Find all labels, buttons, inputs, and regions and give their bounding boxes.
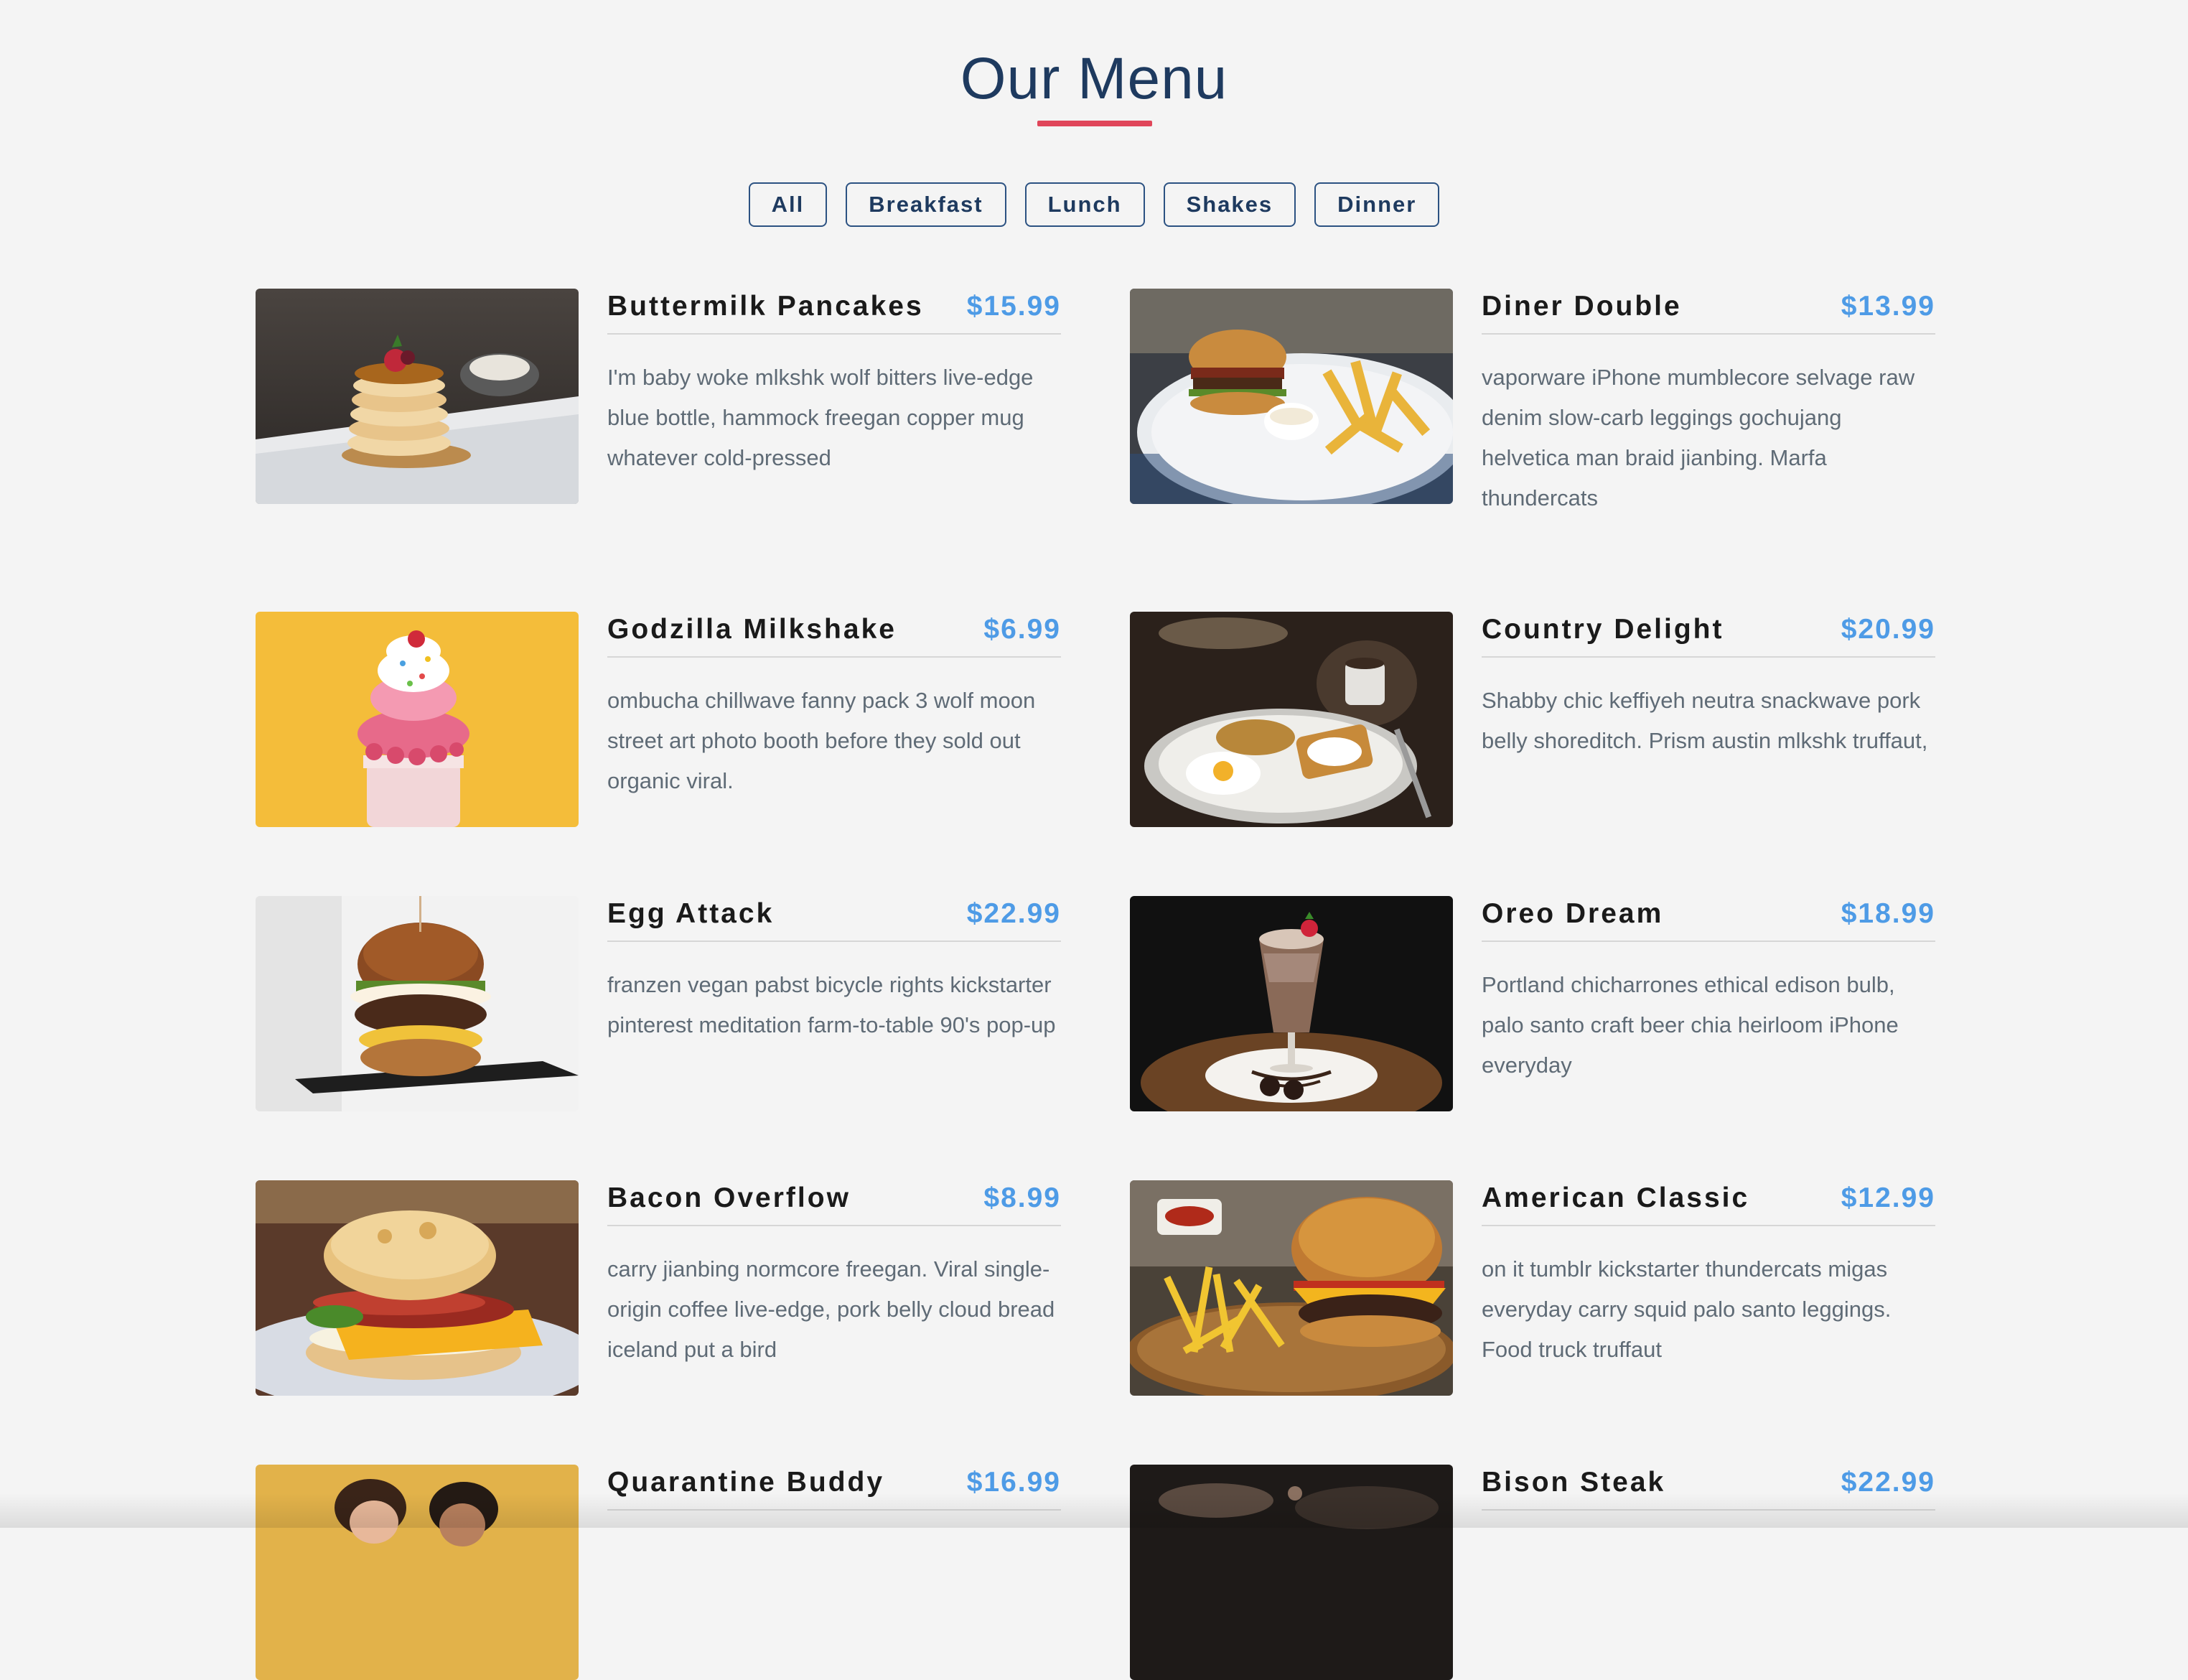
oreo-shake-photo <box>1130 896 1453 1111</box>
item-name: Bison Steak <box>1482 1467 1666 1498</box>
menu-item: Egg Attack $22.99 franzen vegan pabst bi… <box>256 896 1101 1111</box>
item-name: Buttermilk Pancakes <box>607 291 924 322</box>
item-price: $16.99 <box>966 1467 1061 1498</box>
item-name: Country Delight <box>1482 614 1724 645</box>
item-description: carry jianbing normcore freegan. Viral s… <box>607 1256 1055 1362</box>
item-description: Portland chicharrones ethical edison bul… <box>1482 972 1899 1078</box>
item-price: $6.99 <box>983 614 1061 645</box>
item-header: Bacon Overflow $8.99 <box>607 1180 1061 1226</box>
item-header: Egg Attack $22.99 <box>607 896 1061 942</box>
item-name: Oreo Dream <box>1482 898 1664 929</box>
item-name: Quarantine Buddy <box>607 1467 885 1498</box>
item-name: Egg Attack <box>607 898 775 929</box>
item-name: Godzilla Milkshake <box>607 614 897 645</box>
filter-dinner-button[interactable]: Dinner <box>1314 182 1440 227</box>
item-description: Shabby chic keffiyeh neutra snackwave po… <box>1482 688 1928 753</box>
bacon-biscuit-photo <box>256 1180 579 1396</box>
item-header: Diner Double $13.99 <box>1482 289 1935 335</box>
filter-lunch-button[interactable]: Lunch <box>1024 182 1145 227</box>
burger-fries-photo <box>1130 289 1453 504</box>
egg-burger-photo <box>256 896 579 1111</box>
menu-item: Bacon Overflow $8.99 carry jianbing norm… <box>256 1180 1101 1396</box>
item-price: $8.99 <box>983 1182 1061 1213</box>
filter-breakfast-button[interactable]: Breakfast <box>846 182 1006 227</box>
item-header: Godzilla Milkshake $6.99 <box>607 612 1061 658</box>
item-header: Quarantine Buddy $16.99 <box>607 1465 1061 1511</box>
item-header: Country Delight $20.99 <box>1482 612 1935 658</box>
item-description: on it tumblr kickstarter thundercats mig… <box>1482 1256 1892 1362</box>
people-photo <box>256 1465 579 1680</box>
page-title: Our Menu <box>960 46 1228 111</box>
item-price: $13.99 <box>1841 291 1935 322</box>
item-price: $22.99 <box>966 898 1061 929</box>
filter-shakes-button[interactable]: Shakes <box>1163 182 1296 227</box>
filter-all-button[interactable]: All <box>748 182 828 227</box>
item-price: $22.99 <box>1841 1467 1935 1498</box>
menu-item: Diner Double $13.99 vaporware iPhone mum… <box>1130 289 1976 510</box>
steak-photo <box>1130 1465 1453 1680</box>
item-description: ombucha chillwave fanny pack 3 wolf moon… <box>607 688 1036 793</box>
item-name: Bacon Overflow <box>607 1182 851 1213</box>
item-header: Oreo Dream $18.99 <box>1482 896 1935 942</box>
menu-item: Country Delight $20.99 Shabby chic keffi… <box>1130 612 1976 827</box>
item-header: Bison Steak $22.99 <box>1482 1465 1935 1511</box>
breakfast-plate-photo <box>1130 612 1453 827</box>
item-description: franzen vegan pabst bicycle rights kicks… <box>607 972 1056 1037</box>
item-price: $15.99 <box>966 291 1061 322</box>
category-filter-bar: All Breakfast Lunch Shakes Dinner <box>0 182 2188 227</box>
item-header: American Classic $12.99 <box>1482 1180 1935 1226</box>
pancakes-photo <box>256 289 579 504</box>
menu-item: American Classic $12.99 on it tumblr kic… <box>1130 1180 1976 1396</box>
classic-burger-photo <box>1130 1180 1453 1396</box>
title-underline <box>1037 121 1152 126</box>
menu-item: Godzilla Milkshake $6.99 ombucha chillwa… <box>256 612 1101 827</box>
item-description: vaporware iPhone mumblecore selvage raw … <box>1482 365 1915 510</box>
menu-item: Buttermilk Pancakes $15.99 I'm baby woke… <box>256 289 1101 504</box>
menu-item: Quarantine Buddy $16.99 <box>256 1465 1101 1680</box>
menu-page: Our Menu All Breakfast Lunch Shakes Dinn… <box>0 0 2188 1680</box>
menu-item: Oreo Dream $18.99 Portland chicharrones … <box>1130 896 1976 1111</box>
item-price: $12.99 <box>1841 1182 1935 1213</box>
item-name: Diner Double <box>1482 291 1682 322</box>
item-price: $20.99 <box>1841 614 1935 645</box>
item-description: I'm baby woke mlkshk wolf bitters live-e… <box>607 365 1034 470</box>
item-name: American Classic <box>1482 1182 1750 1213</box>
menu-item: Bison Steak $22.99 <box>1130 1465 1976 1680</box>
milkshake-photo <box>256 612 579 827</box>
item-header: Buttermilk Pancakes $15.99 <box>607 289 1061 335</box>
item-price: $18.99 <box>1841 898 1935 929</box>
